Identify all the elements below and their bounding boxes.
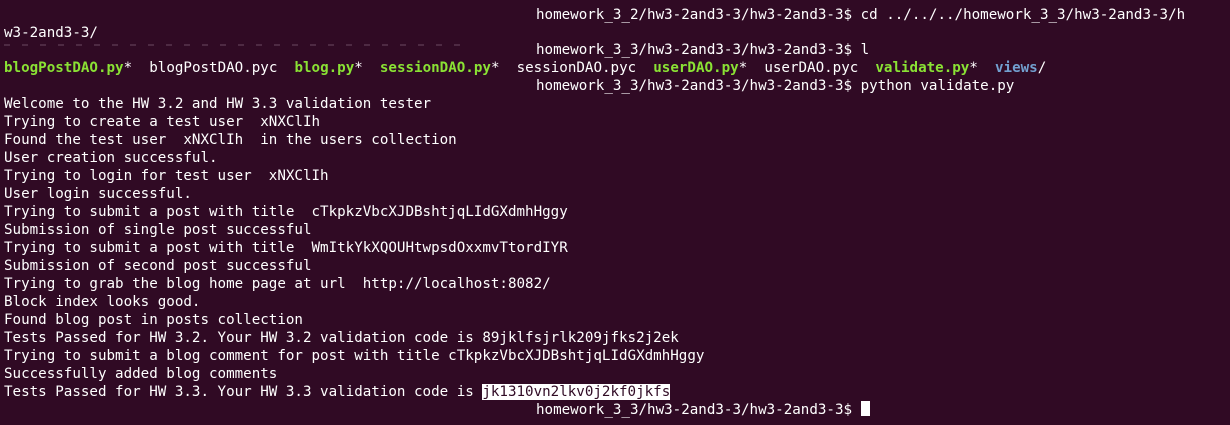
output-line: User creation successful.: [4, 150, 218, 166]
output-line: Trying to submit a post with title WmItk…: [4, 240, 568, 256]
ls-entry-name: blog.py: [294, 60, 355, 76]
ls-entry-name: validate.py: [875, 60, 970, 76]
output-line: Submission of second post successful: [4, 258, 312, 274]
ls-entry-name: sessionDAO.pyc: [516, 60, 637, 76]
output-line: Trying to submit a post with title cTkpk…: [4, 204, 568, 220]
output-line: Trying to login for test user xNXClIh: [4, 168, 329, 184]
shell-prompt: homework_3_3/hw3-2and3-3/hw3-2and3-3$: [536, 78, 853, 94]
output-line: Submission of single post successful: [4, 222, 312, 238]
ls-entry: blog.py*: [294, 60, 362, 76]
ls-entry: validate.py*: [875, 60, 978, 76]
command-text: cd ../../../homework_3_3/hw3-2and3-3/h: [860, 7, 1186, 23]
output-line: Found the test user xNXClIh in the users…: [4, 132, 457, 148]
ls-output: blogPostDAO.py* blogPostDAO.pyc blog.py*…: [4, 59, 1046, 77]
run-command-line: homework_3_3/hw3-2and3-3/hw3-2and3-3$ py…: [536, 77, 1014, 95]
ls-entry: blogPostDAO.py*: [4, 60, 132, 76]
ls-entry-name: userDAO.pyc: [764, 60, 859, 76]
output-line: Tests Passed for HW 3.2. Your HW 3.2 val…: [4, 330, 679, 346]
cd-command-wrap: w3-2and3-3/: [4, 25, 98, 41]
ls-entry-name: userDAO.py: [653, 60, 739, 76]
output-line: Welcome to the HW 3.2 and HW 3.3 validat…: [4, 96, 432, 112]
output-line: Successfully added blog comments: [4, 366, 278, 382]
ls-entry-suffix: *: [969, 60, 978, 76]
ls-entry: userDAO.py*: [653, 60, 747, 76]
cd-command-line: homework_3_2/hw3-2and3-3/hw3-2and3-3$ cd…: [536, 6, 1185, 24]
shell-prompt: homework_3_2/hw3-2and3-3/hw3-2and3-3$: [536, 7, 853, 23]
ls-command-line: homework_3_3/hw3-2and3-3/hw3-2and3-3$ l: [536, 41, 869, 59]
ls-entry-name: sessionDAO.py: [379, 60, 491, 76]
output-line: User login successful.: [4, 186, 192, 202]
ls-entry: sessionDAO.py*: [380, 60, 500, 76]
ls-entry-name: views: [995, 60, 1038, 76]
ls-entry: views/: [995, 60, 1046, 76]
output-line: Trying to create a test user xNXClIh: [4, 114, 321, 130]
ls-entry-suffix: *: [354, 60, 363, 76]
end-prompt-line: homework_3_3/hw3-2and3-3/hw3-2and3-3$: [536, 401, 870, 419]
output-line: Block index looks good.: [4, 294, 201, 310]
text-cursor: [860, 401, 870, 416]
ls-entry: userDAO.pyc: [764, 60, 858, 76]
ls-entry-suffix: *: [490, 60, 500, 76]
terminal-window[interactable]: homework_3_2/hw3-2and3-3/hw3-2and3-3$ cd…: [0, 0, 1230, 425]
ls-entry-suffix: *: [123, 60, 133, 76]
ls-entry-suffix: *: [738, 60, 748, 76]
output-line: Found blog post in posts collection: [4, 312, 303, 328]
shell-prompt: homework_3_3/hw3-2and3-3/hw3-2and3-3$: [536, 42, 853, 58]
ls-entry-suffix: /: [1037, 60, 1047, 76]
shell-prompt: homework_3_3/hw3-2and3-3/hw3-2and3-3$: [536, 402, 853, 418]
output-line: Trying to submit a blog comment for post…: [4, 348, 705, 364]
final-result-text: Tests Passed for HW 3.3. Your HW 3.3 val…: [4, 384, 483, 400]
validation-code-selected[interactable]: jk1310vn2lkv0j2kf0jkfs: [482, 384, 671, 400]
final-result-line: Tests Passed for HW 3.3. Your HW 3.3 val…: [4, 383, 671, 401]
command-text: python validate.py: [860, 78, 1015, 94]
ls-entry-name: blogPostDAO.py: [4, 60, 124, 76]
ls-entry-name: blogPostDAO.pyc: [149, 60, 278, 76]
ls-entry: blogPostDAO.pyc: [149, 60, 277, 76]
output-line: Trying to grab the blog home page at url…: [4, 276, 551, 292]
command-text: l: [860, 42, 870, 58]
render-artifact-divider: [4, 44, 464, 46]
ls-entry: sessionDAO.pyc: [517, 60, 637, 76]
